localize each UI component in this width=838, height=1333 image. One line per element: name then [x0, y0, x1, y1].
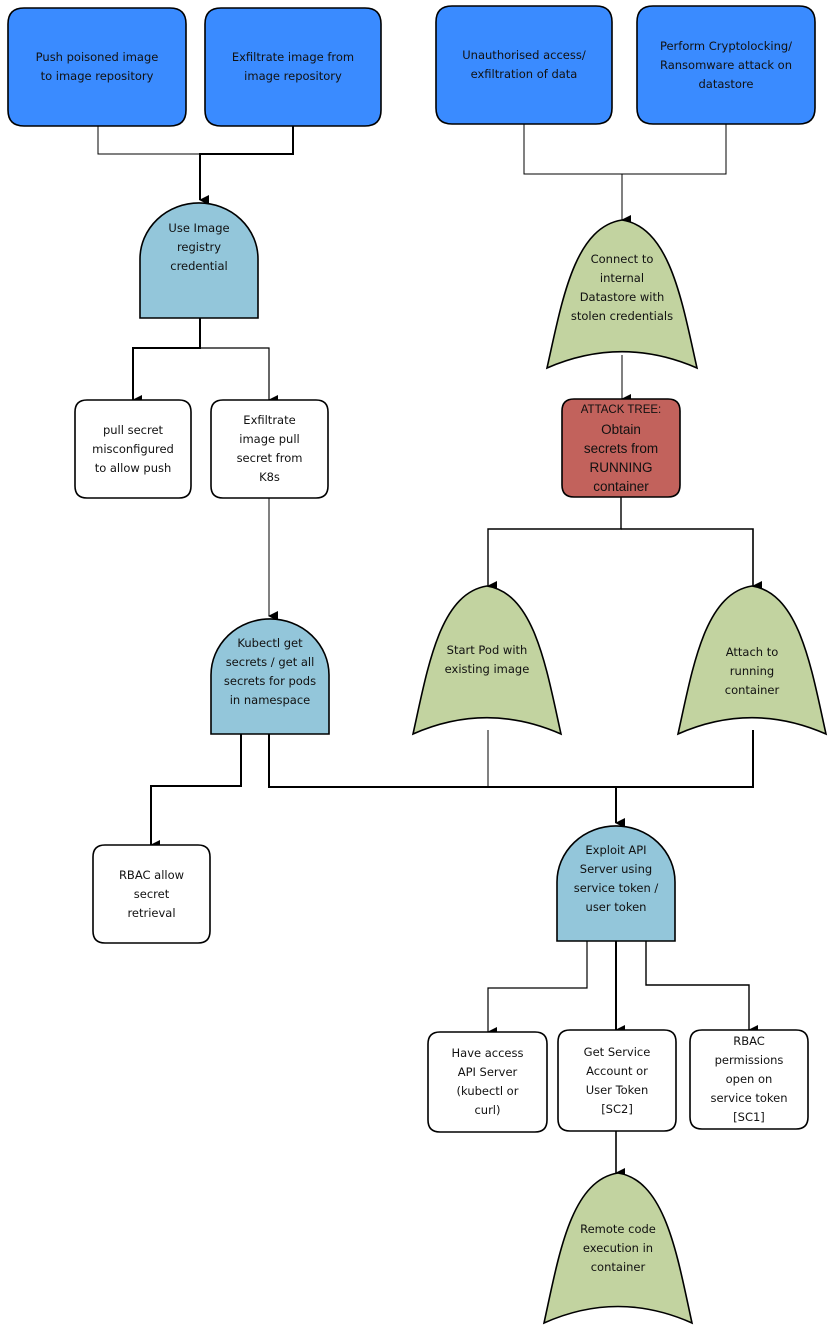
node-have-access-api: Have access API Server (kubectl or curl) [428, 1032, 547, 1132]
node-label-line: container [590, 1259, 646, 1274]
node-label-line: Start Pod with [446, 642, 528, 657]
node-label-line: Exfiltrate image from [231, 50, 355, 64]
node-unauth-access: Unauthorised access/exfiltration of data [436, 6, 612, 124]
node-label-line: Get Service [583, 1044, 651, 1059]
node-label-line: running [729, 663, 775, 678]
node-label-line: Unauthorised access/ [462, 48, 586, 62]
node-label-line: image pull [239, 432, 300, 446]
node-label-line: Attach to [725, 644, 779, 659]
node-label-line: to allow push [94, 460, 172, 475]
node-label-line: (kubectl or [456, 1084, 519, 1098]
node-get-service-account: Get Service Account or User Token [SC2] [558, 1030, 676, 1131]
node-label-line: secrets for pods [223, 674, 317, 689]
node-label-line: service token [710, 1090, 788, 1105]
node-kubectl-get-secrets: Kubectl get secrets / get all secrets for … [211, 622, 329, 722]
edge-use-registry-cred-to-pull-secret-misconfig [132, 318, 201, 405]
node-label-line: curl) [474, 1103, 501, 1117]
node-label-line: Obtain [601, 421, 641, 437]
node-label-line: execution in [582, 1240, 654, 1255]
node-label-line: misconfigured [92, 441, 174, 456]
node-label-line: Perform Cryptolocking/ [659, 38, 793, 53]
node-connect-datastore: Connect to internal Datastore with stolen c… [547, 223, 697, 353]
node-label-line: Push poisoned image [35, 50, 159, 64]
node-label-line: image repository [244, 69, 342, 83]
node-label-line: secrets / get all [225, 655, 315, 670]
edge-push-poisoned-to-use-registry-cred [97, 126, 200, 155]
node-label-line: User Token [585, 1082, 649, 1097]
node-pull-secret-misconfig: pull secret misconfigured to allow push [75, 400, 191, 498]
node-exploit-api-server: Exploit API Server using service token / us… [557, 829, 675, 929]
node-use-registry-cred: Use Image registry credential [140, 206, 258, 289]
node-label-line: [SC1] [733, 1109, 765, 1124]
edge-unauth-access-to-connect-datastore [523, 124, 622, 175]
node-label-line: in namespace [229, 693, 311, 708]
node-label-line: Account or [586, 1063, 648, 1078]
node-label-line: exfiltration of data [470, 67, 578, 81]
node-label-line: stolen credentials [570, 309, 674, 324]
node-exfil-pull-secret: Exfiltrate image pull secret from K8s [211, 400, 328, 498]
node-label-line: credential [170, 258, 228, 273]
node-label-line: API Server [457, 1065, 518, 1079]
edge-kubectl-get-secrets-to-exploit-api-server [268, 734, 625, 828]
node-label-line: RUNNING [589, 459, 653, 475]
node-label-line: ATTACK TREE: [580, 403, 662, 416]
node-label-line: secret from [236, 451, 303, 465]
edge-attack-tree-root-to-attach-container [621, 528, 762, 591]
edge-attack-tree-root-to-start-pod [487, 497, 622, 591]
node-label-line: user token [585, 900, 647, 915]
edge-exploit-api-server-to-have-access-api [487, 941, 588, 1037]
edge-exfil-image-to-use-registry-cred [199, 126, 294, 205]
node-label-line: service token / [573, 881, 659, 896]
node-label-line: permissions [714, 1052, 784, 1067]
edge-cryptolocking-to-connect-datastore [621, 124, 727, 225]
edge-exploit-api-server-to-rbac-permissions-open [645, 941, 758, 1035]
node-rbac-permissions-open: RBAC permissions open on service token [SC1] [690, 1028, 808, 1131]
node-push-poisoned: Push poisoned image to image repository [8, 8, 186, 126]
node-label-line: Remote code [580, 1221, 656, 1236]
node-start-pod: Start Pod with existing image [413, 616, 561, 705]
node-label-line: RBAC allow [118, 867, 185, 882]
node-label-line: pull secret [102, 422, 164, 437]
node-label-line: container [593, 478, 649, 494]
node-exfil-image: Exfiltrate image from image repository [205, 8, 381, 126]
node-label-line: container [724, 682, 780, 697]
node-label-line: secrets from [583, 440, 659, 456]
node-attack-tree-root: ATTACK TREE: Obtain secrets from RUNNING con… [562, 399, 680, 497]
node-label-line: Exfiltrate [243, 413, 296, 427]
edge-attach-container-to-exploit-api-server [616, 730, 754, 788]
node-label-line: existing image [444, 661, 530, 676]
node-remote-code-exec: Remote code execution in container [544, 1196, 692, 1301]
node-label-line: Server using [579, 862, 653, 877]
edge-kubectl-get-secrets-to-rbac-allow-secret [150, 734, 242, 850]
node-cryptolocking: Perform Cryptolocking/Ransomware attack … [637, 6, 815, 124]
node-label-line: Ransomware attack on [659, 57, 793, 72]
node-label-line: datastore [698, 76, 754, 91]
node-label-line: Connect to [590, 252, 654, 267]
node-label-line: Datastore with [579, 290, 665, 305]
node-label-line: internal [599, 271, 645, 286]
node-label-line: to image repository [40, 69, 154, 83]
node-label-line: retrieval [127, 905, 176, 920]
node-attach-container: Attach to running container [678, 616, 826, 727]
node-label-line: [SC2] [601, 1101, 633, 1116]
node-label-line: K8s [259, 470, 280, 484]
node-rbac-allow-secret: RBAC allow secret retrieval [93, 845, 210, 943]
node-label-line: Use Image [168, 220, 230, 235]
node-label-line: RBAC [733, 1033, 765, 1048]
node-label-line: Have access [451, 1046, 524, 1060]
node-label-line: secret [133, 886, 170, 901]
node-label-line: open on [725, 1071, 773, 1086]
edge-use-registry-cred-to-exfil-pull-secret [200, 347, 278, 405]
node-label-line: Exploit API [585, 843, 647, 858]
node-label-line: registry [176, 239, 222, 254]
node-label-line: Kubectl get [237, 636, 303, 651]
